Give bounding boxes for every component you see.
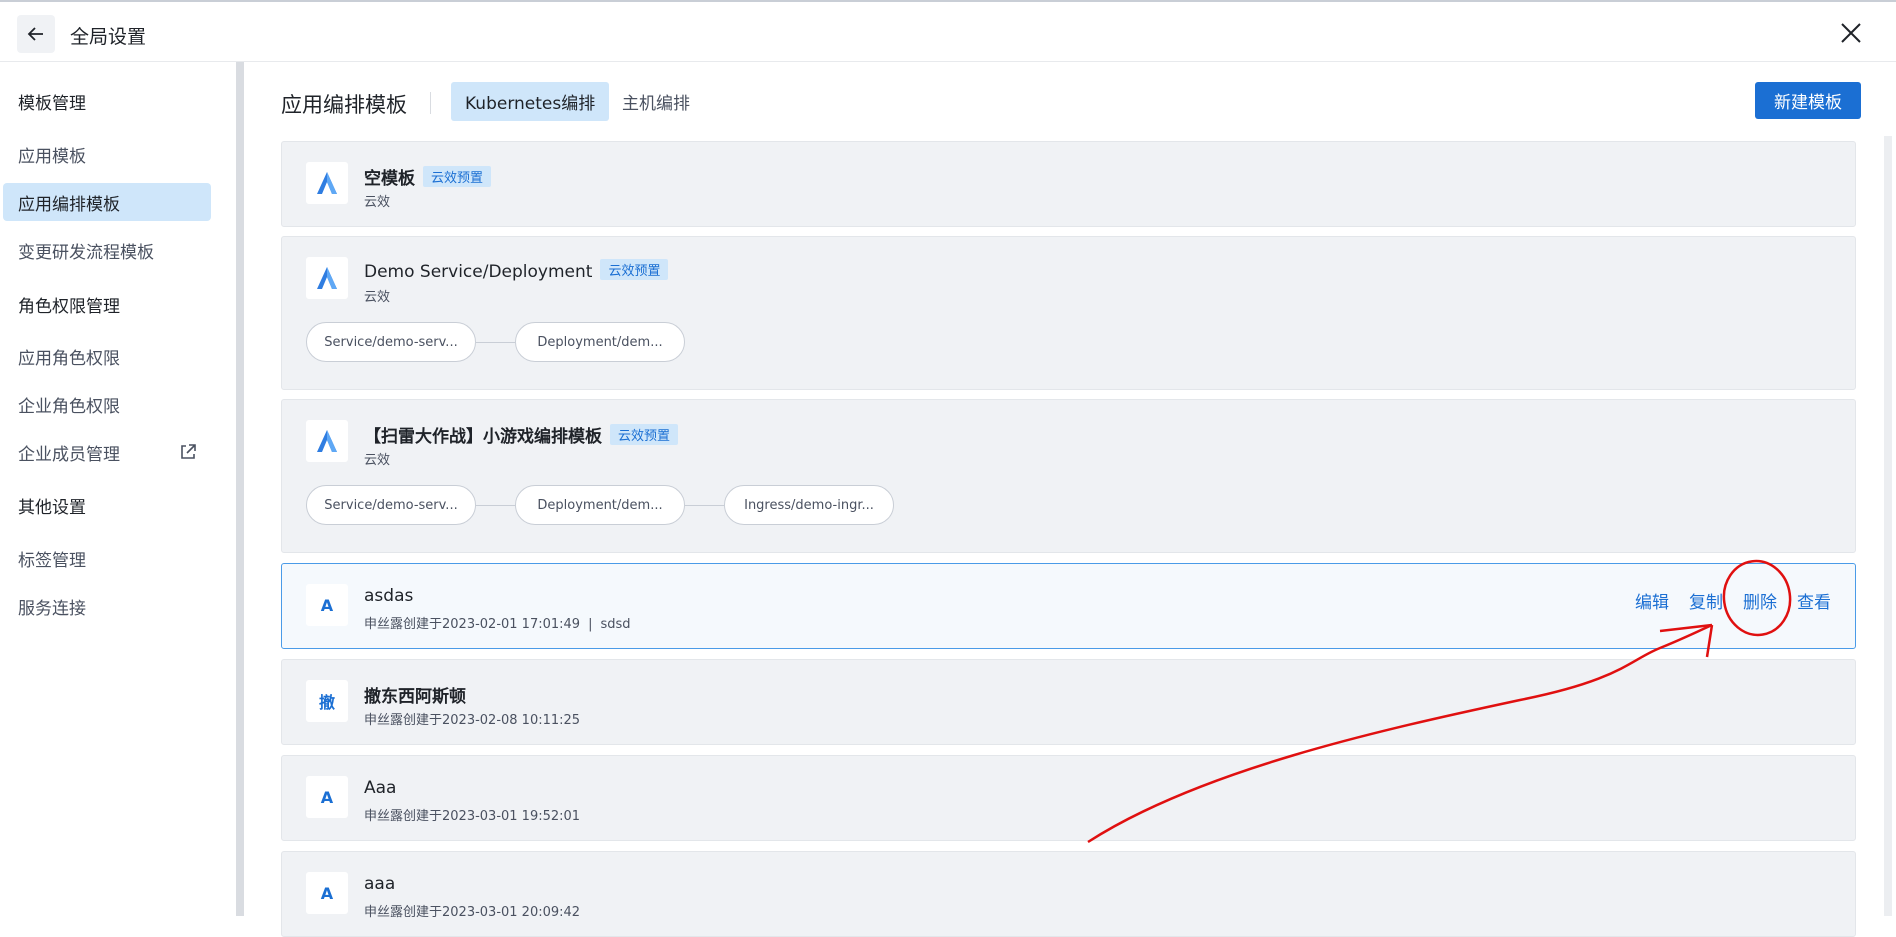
template-avatar: 撤 (306, 680, 348, 722)
content-scrollbar[interactable] (1884, 136, 1892, 916)
template-name: 空模板 云效预置 (364, 164, 492, 189)
template-card[interactable]: A aaa 申丝露创建于2023-03-01 20:09:42 (281, 851, 1856, 937)
page-title: 全局设置 (70, 26, 147, 48)
template-card[interactable]: Demo Service/Deployment 云效预置 云效 Service/d… (281, 236, 1856, 390)
template-card-selected[interactable]: A asdas 申丝露创建于2023-02-01 17:01:49 | sdsd 编… (281, 563, 1856, 649)
section-title: 应用编排模板 (281, 93, 407, 117)
template-creator: 申丝露创建于2023-02-01 17:01:49 (364, 617, 581, 632)
template-card[interactable]: A Aaa 申丝露创建于2023-03-01 19:52:01 (281, 755, 1856, 841)
close-button[interactable] (1836, 18, 1866, 48)
yunxiao-logo-icon (306, 420, 348, 462)
template-name: asdas (364, 586, 414, 606)
template-card[interactable]: 空模板 云效预置 云效 (281, 141, 1856, 227)
meta-separator: | (588, 617, 593, 632)
node-connector (476, 342, 515, 343)
sidebar: 模板管理 应用模板 应用编排模板 变更研发流程模板 角色权限管理 应用角色权限 … (0, 62, 236, 916)
sidebar-group-role: 角色权限管理 (18, 296, 120, 317)
tab-kubernetes[interactable]: Kubernetes编排 (451, 82, 610, 121)
template-name-text: 空模板 (364, 169, 415, 189)
close-icon (1841, 23, 1861, 43)
template-actions: 编辑 复制 删除 查看 (1635, 588, 1831, 613)
sidebar-group-other: 其他设置 (18, 497, 86, 518)
header: 全局设置 (0, 4, 1896, 62)
sidebar-item-app-role[interactable]: 应用角色权限 (3, 337, 211, 375)
back-button[interactable] (17, 15, 55, 53)
sidebar-item-member-management[interactable]: 企业成员管理 (3, 433, 211, 471)
external-link-icon (181, 444, 196, 459)
sidebar-item-tags[interactable]: 标签管理 (3, 539, 211, 577)
yunxiao-logo-icon (306, 257, 348, 299)
sidebar-item-change-flow-template[interactable]: 变更研发流程模板 (3, 231, 211, 269)
template-name: Demo Service/Deployment 云效预置 (364, 259, 669, 282)
template-card[interactable]: 【扫雷大作战】小游戏编排模板 云效预置 云效 Service/demo-serv.… (281, 399, 1856, 553)
template-creator: 申丝露创建于2023-03-01 19:52:01 (364, 809, 581, 824)
node-connector (476, 505, 515, 506)
template-subtitle: 云效 (364, 453, 391, 468)
sidebar-group-template: 模板管理 (18, 93, 86, 114)
arrow-left-icon (27, 27, 43, 41)
view-button[interactable]: 查看 (1797, 588, 1831, 613)
sidebar-item-service-connection[interactable]: 服务连接 (3, 587, 211, 625)
sidebar-item-app-template[interactable]: 应用模板 (3, 135, 211, 173)
template-name: 【扫雷大作战】小游戏编排模板 云效预置 (364, 422, 679, 447)
template-name-text: Demo Service/Deployment (364, 262, 593, 282)
main-content: 应用编排模板 Kubernetes编排 主机编排 新建模板 空模板 云效预置 云效… (244, 62, 1896, 937)
template-subtitle: 云效 (364, 290, 391, 305)
resource-node[interactable]: Deployment/dem... (515, 322, 685, 362)
template-avatar: A (306, 584, 348, 626)
template-subtitle: 云效 (364, 195, 391, 210)
template-name: aaa (364, 874, 396, 894)
template-name-text: 【扫雷大作战】小游戏编排模板 (364, 427, 602, 447)
sidebar-scrollbar[interactable] (236, 62, 244, 916)
resource-node[interactable]: Deployment/dem... (515, 485, 685, 525)
preset-badge: 云效预置 (423, 166, 492, 187)
yunxiao-logo-icon (306, 162, 348, 204)
new-template-button[interactable]: 新建模板 (1755, 82, 1861, 119)
edit-button[interactable]: 编辑 (1635, 588, 1669, 613)
resource-node[interactable]: Service/demo-serv... (306, 322, 476, 362)
tab-host[interactable]: 主机编排 (608, 82, 704, 121)
resource-node[interactable]: Ingress/demo-ingr... (724, 485, 894, 525)
template-card[interactable]: 撤 撤东西阿斯顿 申丝露创建于2023-02-08 10:11:25 (281, 659, 1856, 745)
node-connector (685, 505, 724, 506)
sidebar-item-app-orchestration-template[interactable]: 应用编排模板 (3, 183, 211, 221)
template-name: Aaa (364, 778, 397, 798)
template-description: sdsd (600, 617, 631, 632)
preset-badge: 云效预置 (610, 424, 679, 445)
copy-button[interactable]: 复制 (1689, 588, 1723, 613)
template-name: 撤东西阿斯顿 (364, 687, 466, 707)
template-creator: 申丝露创建于2023-02-08 10:11:25 (364, 713, 581, 728)
template-avatar: A (306, 776, 348, 818)
resource-node[interactable]: Service/demo-serv... (306, 485, 476, 525)
title-divider (430, 92, 431, 114)
template-meta: 申丝露创建于2023-02-01 17:01:49 | sdsd (364, 613, 631, 632)
template-avatar: A (306, 872, 348, 914)
template-creator: 申丝露创建于2023-03-01 20:09:42 (364, 905, 581, 920)
preset-badge: 云效预置 (600, 259, 669, 280)
sidebar-item-enterprise-role[interactable]: 企业角色权限 (3, 385, 211, 423)
delete-button[interactable]: 删除 (1743, 588, 1777, 613)
sidebar-item-label: 企业成员管理 (18, 444, 120, 465)
